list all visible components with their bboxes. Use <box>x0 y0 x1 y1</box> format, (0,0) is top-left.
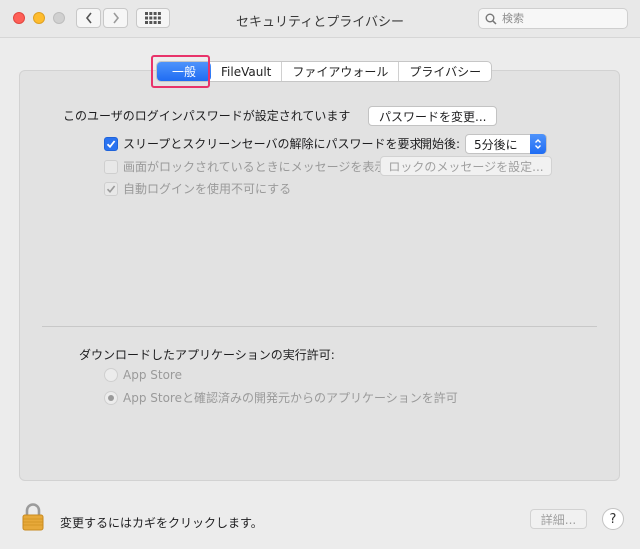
option-identified-row: App Storeと確認済みの開発元からのアプリケーションを許可 <box>104 389 458 406</box>
checkmark-icon <box>106 139 116 148</box>
change-password-row: パスワードを変更... <box>368 106 498 126</box>
downloads-heading: ダウンロードしたアプリケーションの実行許可: <box>79 348 335 362</box>
app-store-label: App Store <box>123 368 182 382</box>
start-after-label: 開始後: <box>420 137 461 151</box>
set-lock-message-row: ロックのメッセージを設定... <box>380 156 552 176</box>
general-panel <box>19 70 620 481</box>
delay-select[interactable]: 5分後に <box>465 134 547 154</box>
downloads-heading-row: ダウンロードしたアプリケーションの実行許可: <box>79 346 335 363</box>
identified-developers-label: App Storeと確認済みの開発元からのアプリケーションを許可 <box>123 391 458 405</box>
lock-instruction-text: 変更するにはカギをクリックします。 <box>60 516 263 530</box>
require-password-checkbox[interactable] <box>104 136 118 151</box>
preferences-window: セキュリティとプライバシー 一般 FileVault ファイアウォール プライバ… <box>0 0 640 549</box>
tab-filevault[interactable]: FileVault <box>211 62 283 81</box>
search-icon <box>485 13 497 25</box>
lock-icon[interactable] <box>22 503 44 534</box>
disable-autologin-checkbox[interactable] <box>104 181 118 196</box>
require-password-label: スリープとスクリーンセーバの解除にパスワードを要求 <box>123 137 422 151</box>
option-app-store-row: App Store <box>104 368 182 382</box>
select-arrows-icon <box>530 134 546 154</box>
require-password-row: スリープとスクリーンセーバの解除にパスワードを要求 <box>104 135 422 152</box>
help-button[interactable]: ? <box>602 508 624 530</box>
advanced-button[interactable]: 詳細... <box>530 509 587 529</box>
tab-highlight-box <box>151 55 210 88</box>
title-bar: セキュリティとプライバシー <box>0 0 640 38</box>
tab-firewall[interactable]: ファイアウォール <box>282 62 400 81</box>
lock-message-label: 画面がロックされているときにメッセージを表示 <box>123 160 387 174</box>
password-row: このユーザのログインパスワードが設定されています <box>63 107 350 124</box>
app-store-radio[interactable] <box>104 368 118 382</box>
tab-privacy[interactable]: プライバシー <box>399 62 491 81</box>
lock-text-row: 変更するにはカギをクリックします。 <box>60 514 263 531</box>
password-status-label: このユーザのログインパスワードが設定されています <box>63 109 351 123</box>
checkmark-icon <box>106 185 116 193</box>
section-divider <box>42 326 597 327</box>
lock-message-row: 画面がロックされているときにメッセージを表示 <box>104 158 386 175</box>
disable-autologin-row: 自動ログインを使用不可にする <box>104 180 291 197</box>
search-input[interactable] <box>502 12 612 25</box>
change-password-button[interactable]: パスワードを変更... <box>368 106 498 126</box>
lock-message-checkbox[interactable] <box>104 159 118 174</box>
disable-autologin-label: 自動ログインを使用不可にする <box>123 182 292 196</box>
identified-developers-radio[interactable] <box>104 390 118 405</box>
advanced-row: 詳細... <box>530 509 587 529</box>
set-lock-message-button[interactable]: ロックのメッセージを設定... <box>380 156 552 176</box>
delay-select-value: 5分後に <box>474 137 518 152</box>
start-label-row: 開始後: <box>420 135 460 152</box>
search-field[interactable] <box>478 8 628 29</box>
delay-select-row: 5分後に <box>465 134 547 154</box>
